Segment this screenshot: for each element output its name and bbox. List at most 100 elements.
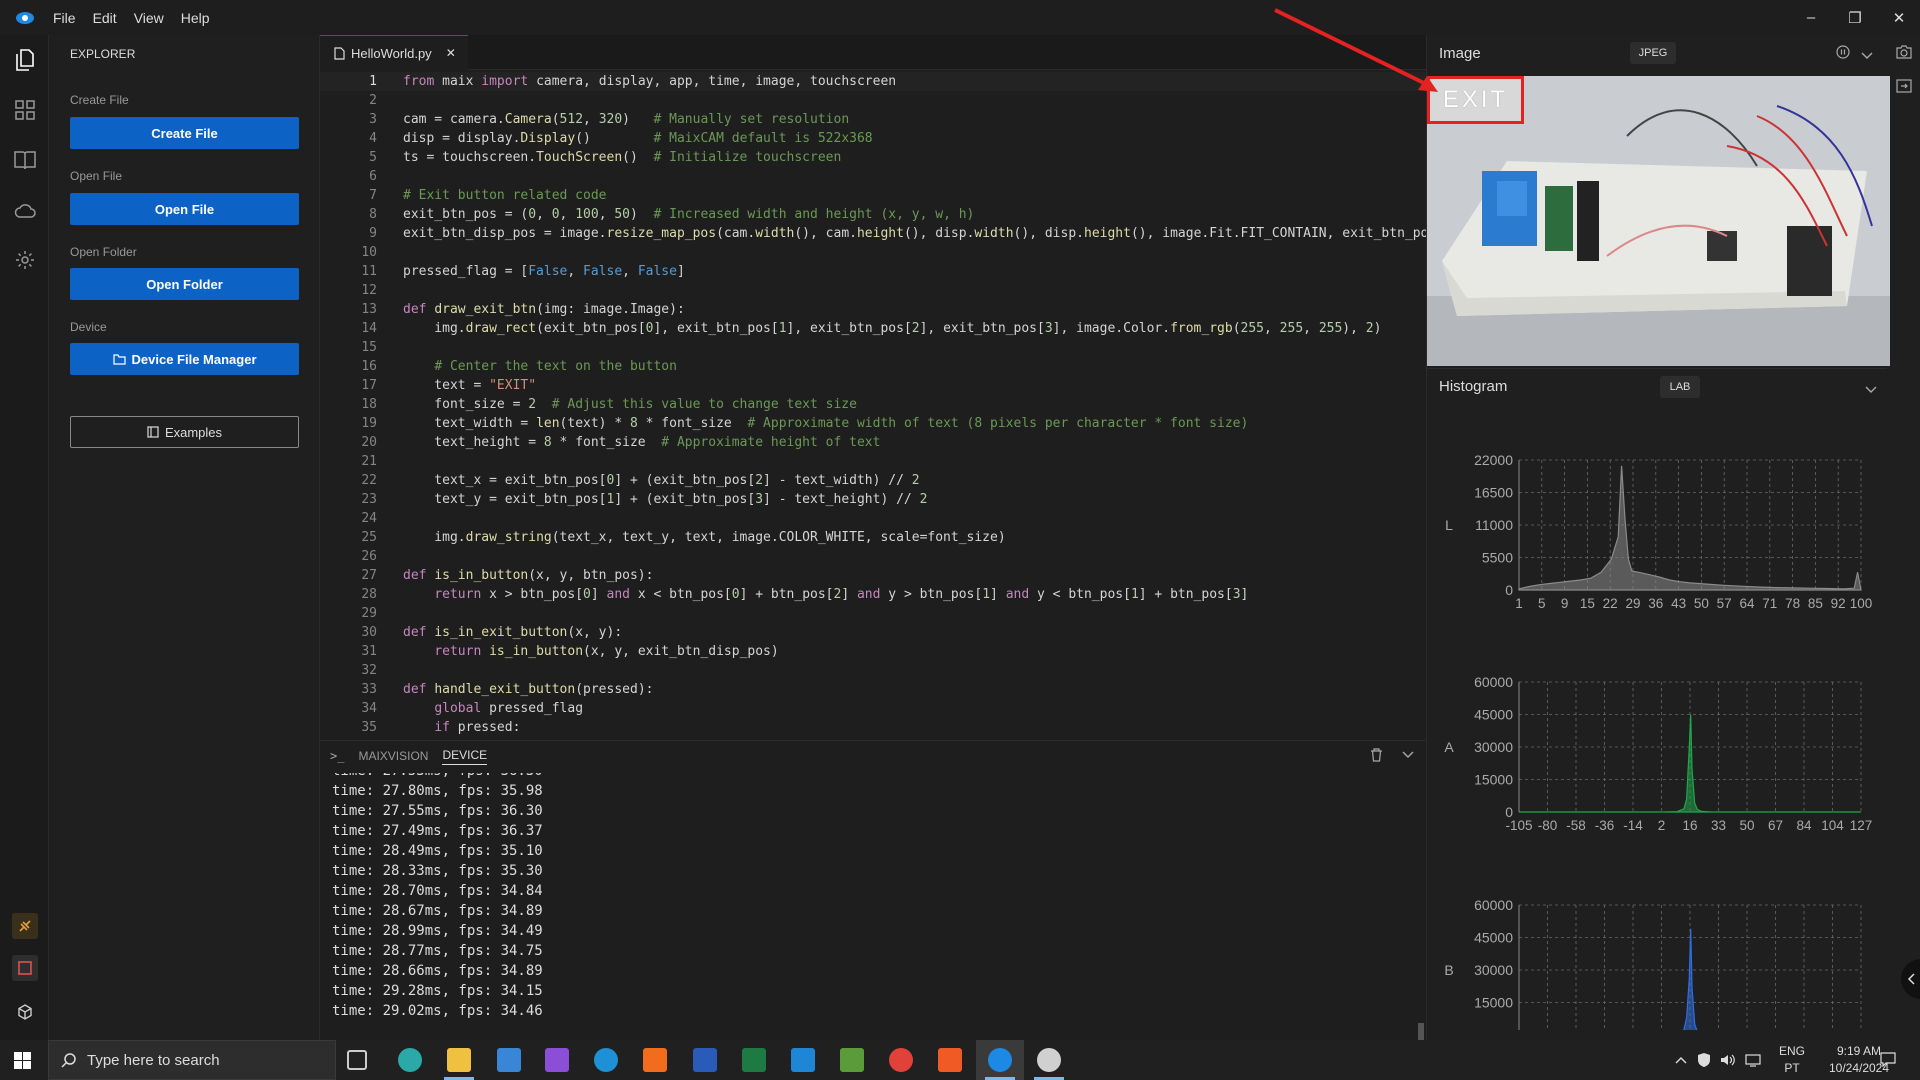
language-indicator-bottom[interactable]: PT — [1774, 1061, 1810, 1075]
terminal-output[interactable]: time: 27.53ms, fps: 36.30 time: 27.80ms, … — [332, 773, 1412, 1041]
brave-icon[interactable] — [938, 1048, 962, 1072]
chrome-icon[interactable] — [889, 1048, 913, 1072]
code-line[interactable]: 24 — [320, 509, 1426, 528]
code-line[interactable]: 3 cam = camera.Camera(512, 320) # Manuall… — [320, 110, 1426, 129]
book-icon[interactable] — [12, 147, 38, 173]
tray-chevron-up-icon[interactable] — [1675, 1052, 1687, 1070]
open-folder-button[interactable]: Open Folder — [70, 268, 299, 300]
code-text[interactable]: return is_in_button(x, y, exit_btn_disp_… — [403, 642, 778, 661]
code-text[interactable]: from maix import camera, display, app, t… — [403, 72, 896, 91]
notepad-plus-icon[interactable] — [840, 1048, 864, 1072]
word-icon[interactable] — [693, 1048, 717, 1072]
code-line[interactable]: 8 exit_btn_pos = (0, 0, 100, 50) # Increa… — [320, 205, 1426, 224]
menu-help[interactable]: Help — [181, 10, 210, 26]
tab-close-icon[interactable]: ✕ — [446, 46, 456, 60]
language-indicator-top[interactable]: ENG — [1774, 1044, 1810, 1058]
menu-edit[interactable]: Edit — [93, 10, 117, 26]
code-text[interactable]: exit_btn_pos = (0, 0, 100, 50) # Increas… — [403, 205, 974, 224]
notifications-icon[interactable] — [1880, 1052, 1896, 1072]
device-file-manager-button[interactable]: Device File Manager — [70, 343, 299, 375]
connect-device-icon[interactable] — [12, 913, 38, 939]
code-text-area[interactable]: 1 from maix import camera, display, app, … — [320, 70, 1426, 740]
camera-icon[interactable] — [1896, 45, 1912, 64]
code-text[interactable]: text_height = 8 * font_size # Approximat… — [403, 433, 880, 452]
restore-icon[interactable]: ❐ — [1833, 0, 1877, 35]
vscode-icon[interactable] — [791, 1048, 815, 1072]
cloud-icon[interactable] — [12, 197, 38, 223]
image-format-pill[interactable]: JPEG — [1630, 42, 1676, 64]
menu-view[interactable]: View — [134, 10, 164, 26]
code-text[interactable]: text_x = exit_btn_pos[0] + (exit_btn_pos… — [403, 471, 919, 490]
excel-icon[interactable] — [742, 1048, 766, 1072]
code-line[interactable]: 32 — [320, 661, 1426, 680]
code-line[interactable]: 15 — [320, 338, 1426, 357]
code-line[interactable]: 19 text_width = len(text) * 8 * font_siz… — [320, 414, 1426, 433]
code-text[interactable]: cam = camera.Camera(512, 320) # Manually… — [403, 110, 849, 129]
code-line[interactable]: 4 disp = display.Display() # MaixCAM defa… — [320, 129, 1426, 148]
code-line[interactable]: 11 pressed_flag = [False, False, False] — [320, 262, 1426, 281]
code-line[interactable]: 6 — [320, 167, 1426, 186]
close-window-icon[interactable]: ✕ — [1877, 0, 1920, 35]
code-text[interactable]: disp = display.Display() # MaixCAM defau… — [403, 129, 873, 148]
matlab-app-icon[interactable] — [643, 1048, 667, 1072]
terminal-scrollbar[interactable] — [1418, 1023, 1424, 1041]
trash-icon[interactable] — [1370, 748, 1383, 765]
code-line[interactable]: 27 def is_in_button(x, y, btn_pos): — [320, 566, 1426, 585]
media-app-icon[interactable] — [545, 1048, 569, 1072]
code-line[interactable]: 18 font_size = 2 # Adjust this value to … — [320, 395, 1426, 414]
code-line[interactable]: 35 if pressed: — [320, 718, 1426, 737]
package-icon[interactable] — [12, 999, 38, 1025]
code-line[interactable]: 14 img.draw_rect(exit_btn_pos[0], exit_b… — [320, 319, 1426, 338]
code-text[interactable]: ts = touchscreen.TouchScreen() # Initial… — [403, 148, 841, 167]
code-text[interactable]: exit_btn_disp_pos = image.resize_map_pos… — [403, 224, 1426, 243]
code-text[interactable]: img.draw_rect(exit_btn_pos[0], exit_btn_… — [403, 319, 1381, 338]
settings-gear-icon[interactable] — [12, 247, 38, 273]
code-line[interactable]: 12 — [320, 281, 1426, 300]
histogram-chevron-down-icon[interactable] — [1865, 381, 1877, 399]
histogram-mode-pill[interactable]: LAB — [1660, 376, 1700, 398]
network-icon[interactable] — [1745, 1053, 1761, 1072]
code-line[interactable]: 16 # Center the text on the button — [320, 357, 1426, 376]
tab-helloworld[interactable]: HelloWorld.py ✕ — [320, 35, 468, 70]
code-text[interactable]: img.draw_string(text_x, text_y, text, im… — [403, 528, 1005, 547]
panel-collapse-handle[interactable] — [1901, 959, 1920, 999]
code-line[interactable]: 28 return x > btn_pos[0] and x < btn_pos… — [320, 585, 1426, 604]
volume-icon[interactable] — [1720, 1053, 1736, 1072]
code-line[interactable]: 26 — [320, 547, 1426, 566]
paint-app-icon[interactable] — [1037, 1048, 1061, 1072]
tab-maixvision[interactable]: MAIXVISION — [358, 749, 428, 763]
code-text[interactable]: text_width = len(text) * 8 * font_size #… — [403, 414, 1248, 433]
code-text[interactable]: text = "EXIT" — [403, 376, 536, 395]
image-chevron-down-icon[interactable] — [1861, 47, 1873, 65]
code-line[interactable]: 22 text_x = exit_btn_pos[0] + (exit_btn_… — [320, 471, 1426, 490]
code-line[interactable]: 2 — [320, 91, 1426, 110]
open-file-button[interactable]: Open File — [70, 193, 299, 225]
code-text[interactable]: def handle_exit_button(pressed): — [403, 680, 653, 699]
security-tray-icon[interactable] — [1697, 1052, 1711, 1073]
create-file-button[interactable]: Create File — [70, 117, 299, 149]
code-line[interactable]: 23 text_y = exit_btn_pos[1] + (exit_btn_… — [320, 490, 1426, 509]
code-line[interactable]: 31 return is_in_button(x, y, exit_btn_di… — [320, 642, 1426, 661]
code-line[interactable]: 20 text_height = 8 * font_size # Approxi… — [320, 433, 1426, 452]
stop-run-icon[interactable] — [12, 955, 38, 981]
explorer-icon[interactable] — [12, 47, 38, 73]
code-line[interactable]: 13 def draw_exit_btn(img: image.Image): — [320, 300, 1426, 319]
code-line[interactable]: 9 exit_btn_disp_pos = image.resize_map_po… — [320, 224, 1426, 243]
tab-device[interactable]: DEVICE — [442, 748, 488, 765]
minimize-icon[interactable]: – — [1789, 0, 1833, 35]
code-line[interactable]: 17 text = "EXIT" — [320, 376, 1426, 395]
code-text[interactable]: def is_in_exit_button(x, y): — [403, 623, 622, 642]
task-view-icon[interactable] — [347, 1050, 367, 1070]
code-text[interactable]: font_size = 2 # Adjust this value to cha… — [403, 395, 857, 414]
code-text[interactable]: # Center the text on the button — [403, 357, 677, 376]
code-line[interactable]: 21 — [320, 452, 1426, 471]
code-text[interactable]: global pressed_flag — [403, 699, 583, 718]
taskbar-search[interactable]: Type here to search — [48, 1040, 336, 1080]
extensions-icon[interactable] — [12, 97, 38, 123]
code-line[interactable]: 33 def handle_exit_button(pressed): — [320, 680, 1426, 699]
cortana-app-icon[interactable] — [594, 1048, 618, 1072]
code-line[interactable]: 1 from maix import camera, display, app, … — [320, 72, 1426, 91]
calculator-icon[interactable] — [497, 1048, 521, 1072]
menu-file[interactable]: File — [53, 10, 76, 26]
code-line[interactable]: 34 global pressed_flag — [320, 699, 1426, 718]
